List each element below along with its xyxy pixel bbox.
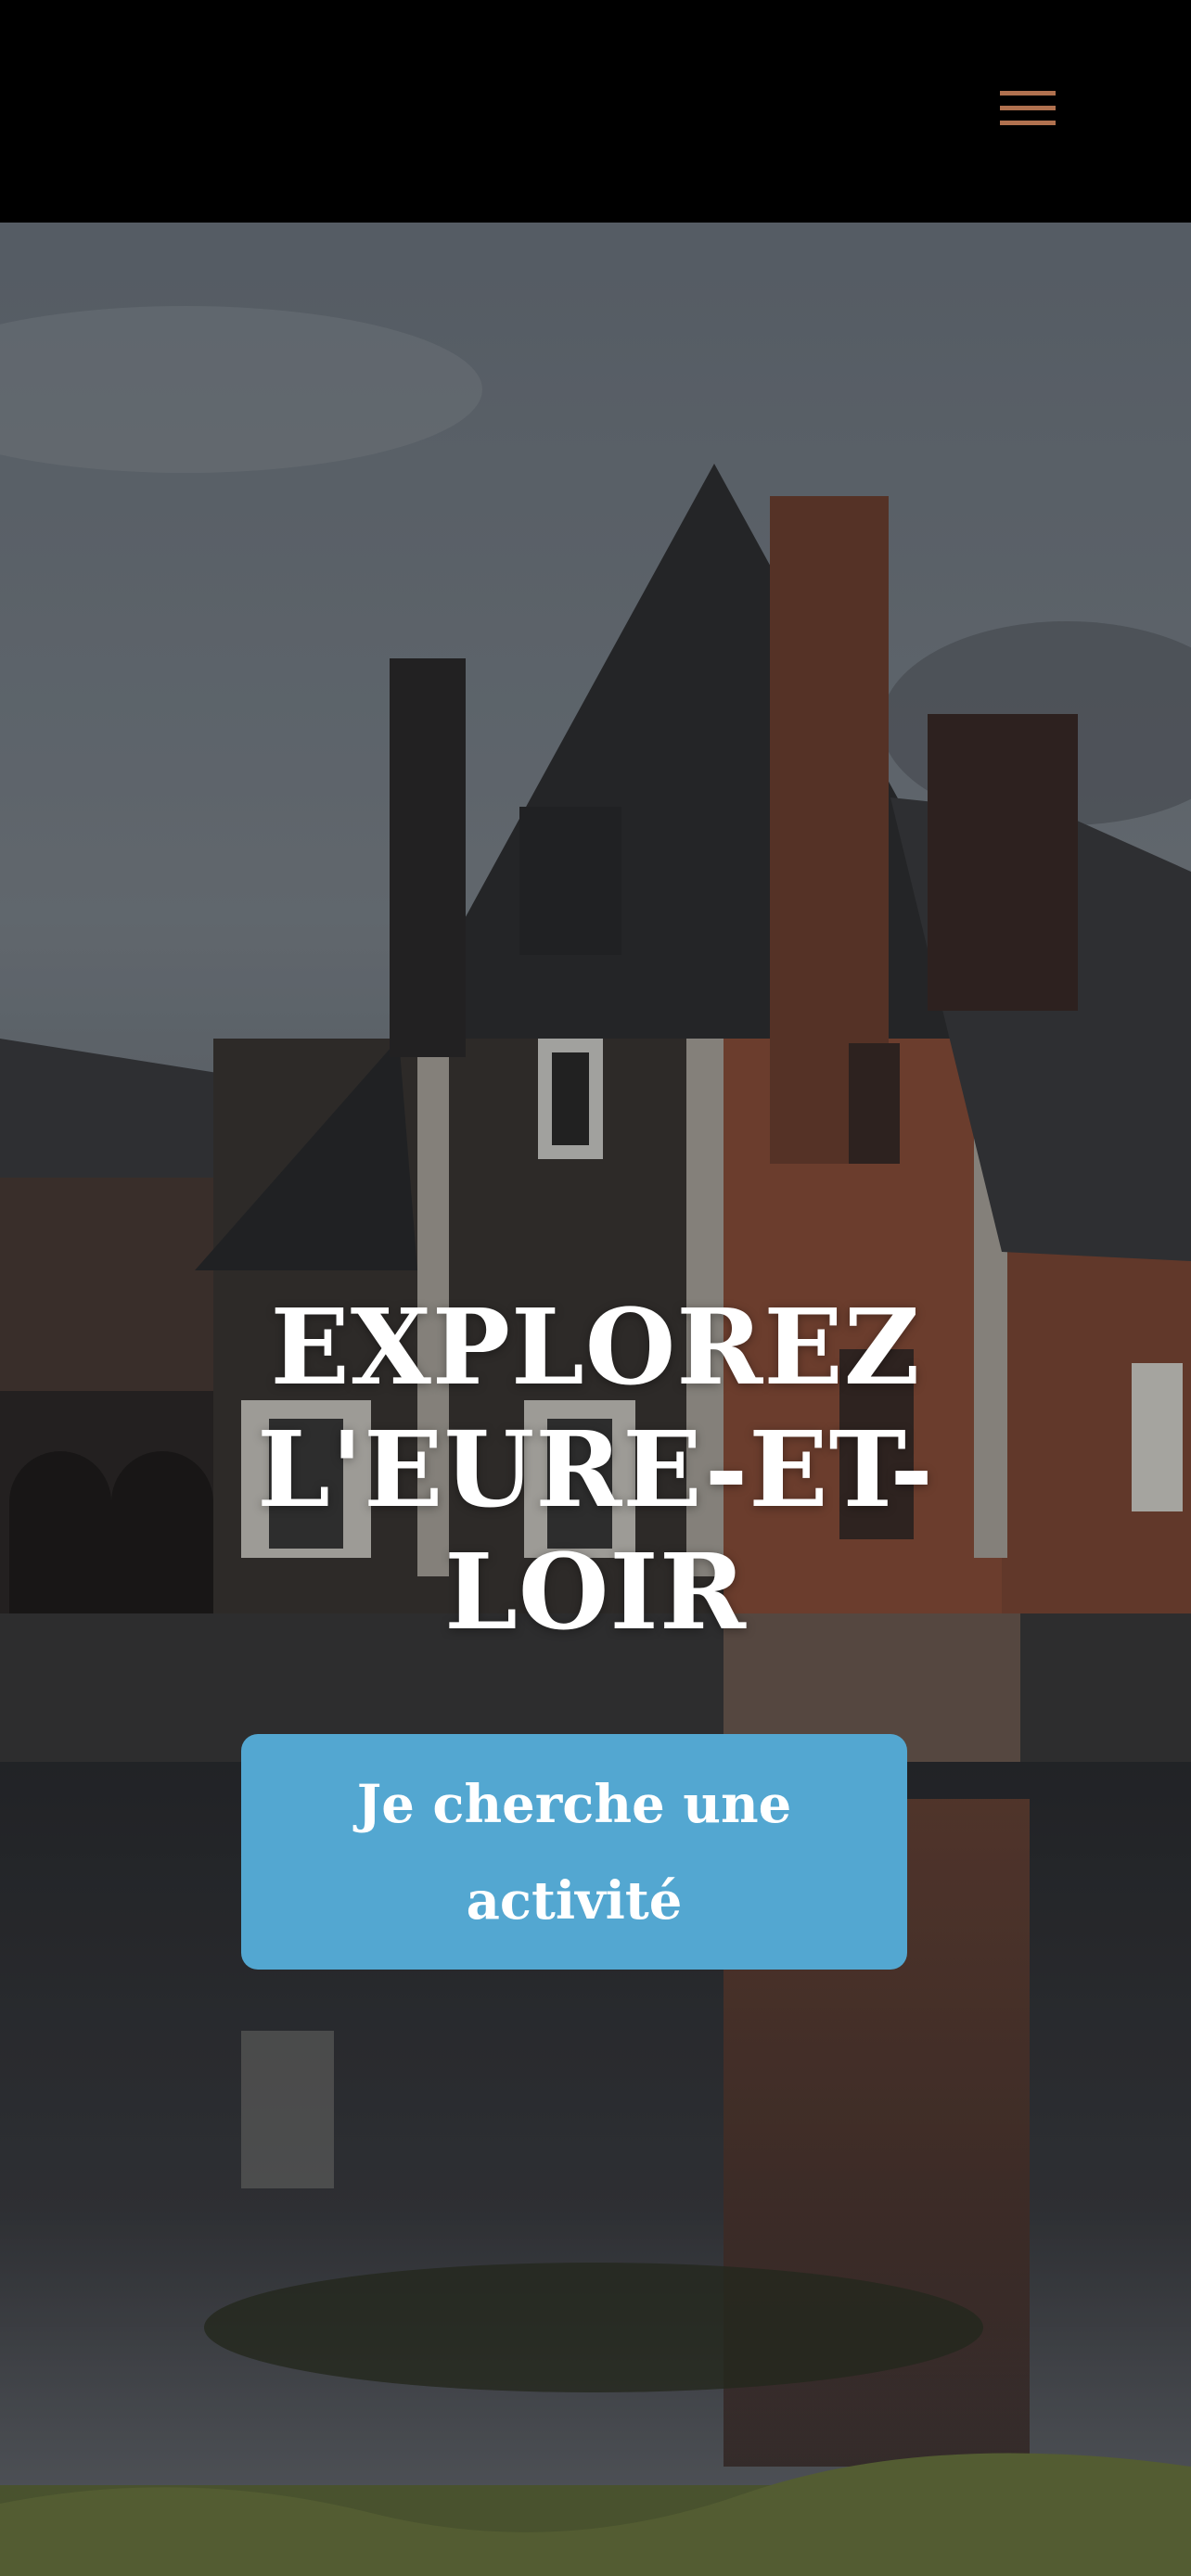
hero-title: EXPLOREZ L'EURE-ET-LOIR — [257, 1287, 934, 1653]
find-activity-button[interactable]: Je cherche une activité — [241, 1734, 907, 1970]
hamburger-menu-button[interactable] — [994, 78, 1061, 137]
hamburger-menu-icon — [1000, 91, 1056, 125]
site-header — [0, 0, 1191, 223]
page: EXPLOREZ L'EURE-ET-LOIR Je cherche une a… — [0, 0, 1191, 2576]
hero-section: EXPLOREZ L'EURE-ET-LOIR Je cherche une a… — [0, 223, 1191, 2576]
